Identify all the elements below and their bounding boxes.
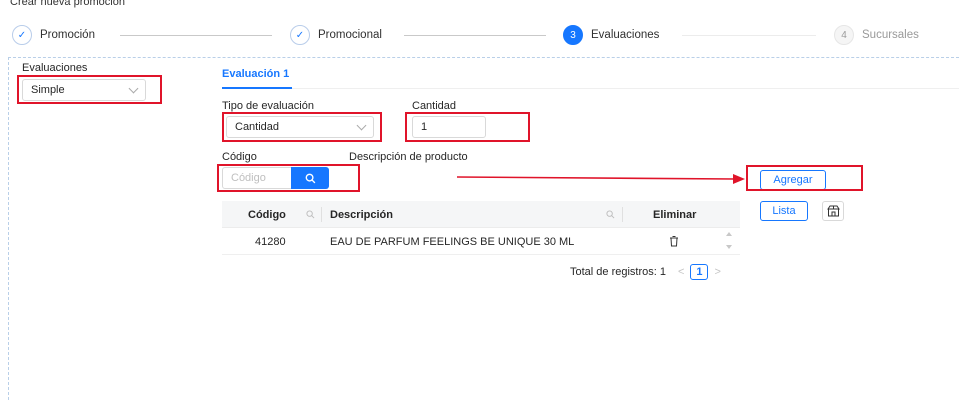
column-divider (321, 207, 322, 222)
step-connector (404, 35, 546, 36)
cell-descripcion: EAU DE PARFUM FEELINGS BE UNIQUE 30 ML (330, 235, 575, 248)
tab-active-indicator (222, 87, 292, 89)
page-number-button[interactable]: 1 (690, 264, 709, 280)
step-label: Promocional (318, 29, 382, 41)
codigo-label: Código (222, 151, 257, 163)
filter-search-icon[interactable] (606, 210, 615, 219)
step-connector (682, 35, 816, 36)
pagination: Total de registros: 1 < 1 > (570, 264, 721, 280)
descripcion-producto-label: Descripción de producto (349, 151, 468, 163)
th-descripcion: Descripción (330, 208, 393, 221)
annotation-box (746, 165, 863, 191)
scroll-down-icon[interactable] (726, 245, 732, 249)
tab-bar-line (222, 88, 959, 89)
store-button[interactable] (822, 201, 844, 221)
th-codigo: Código (248, 208, 286, 221)
step-label: Sucursales (862, 29, 919, 41)
annotation-box (405, 112, 530, 142)
table-scrollbar[interactable] (724, 230, 734, 253)
step-connector (120, 35, 272, 36)
evaluaciones-label: Evaluaciones (22, 62, 88, 74)
check-icon: ✓ (290, 25, 310, 45)
trash-icon (670, 236, 678, 247)
next-page-icon[interactable]: > (714, 266, 720, 278)
step-promocional[interactable]: ✓ Promocional (290, 25, 382, 45)
table-row: 41280 EAU DE PARFUM FEELINGS BE UNIQUE 3… (222, 228, 740, 255)
delete-button[interactable] (669, 228, 679, 255)
page-title: Crear nueva promoción (10, 0, 125, 8)
annotation-box (217, 164, 360, 192)
step-number: 3 (563, 25, 583, 45)
step-label: Promoción (40, 29, 95, 41)
lista-button[interactable]: Lista (760, 201, 808, 221)
step-number: 4 (834, 25, 854, 45)
table-header: Código Descripción Eliminar (222, 201, 740, 228)
prev-page-icon[interactable]: < (678, 266, 684, 278)
store-icon (826, 205, 840, 217)
tipo-evaluacion-label: Tipo de evaluación (222, 100, 314, 112)
total-registros: Total de registros: 1 (570, 266, 666, 278)
arrow-right-icon (456, 174, 745, 184)
cantidad-label: Cantidad (412, 100, 457, 112)
annotation-box (17, 75, 162, 104)
filter-search-icon[interactable] (306, 210, 315, 219)
step-evaluaciones[interactable]: 3 Evaluaciones (563, 25, 659, 45)
step-promocion[interactable]: ✓ Promoción (12, 25, 95, 45)
column-divider (622, 207, 623, 222)
scroll-up-icon[interactable] (726, 232, 732, 236)
step-sucursales[interactable]: 4 Sucursales (834, 25, 919, 45)
cell-codigo: 41280 (255, 235, 286, 248)
annotation-box (222, 112, 382, 142)
th-eliminar: Eliminar (653, 208, 697, 221)
tab-evaluacion-1[interactable]: Evaluación 1 (222, 68, 289, 80)
step-label: Evaluaciones (591, 29, 660, 41)
check-icon: ✓ (12, 25, 32, 45)
